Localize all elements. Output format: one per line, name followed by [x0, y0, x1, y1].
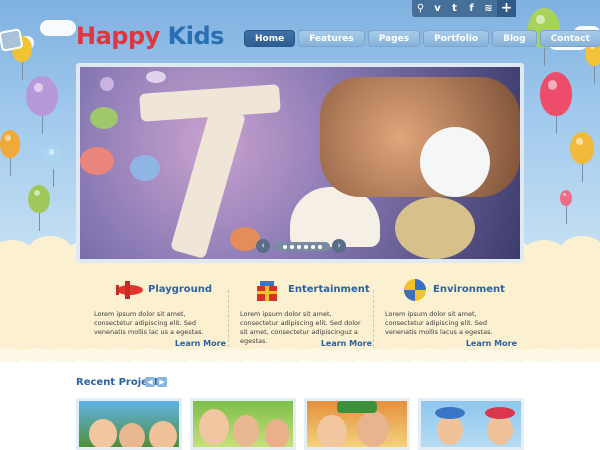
slider-next-button[interactable]: ›: [332, 239, 346, 253]
balloon: [26, 76, 58, 134]
feature-title: Playground: [148, 284, 213, 295]
feature-playground: Playground Lorem ipsum dolor sit amet, c…: [76, 268, 226, 358]
airplane-icon: [116, 281, 143, 299]
feature-title: Environment: [433, 284, 505, 295]
hero-slider[interactable]: ‹ ›: [76, 63, 524, 263]
nav-pages[interactable]: Pages: [367, 30, 421, 47]
logo-word-happy: Happy: [76, 22, 160, 50]
social-bar: ⚲ v t f ≋ +: [412, 0, 516, 17]
project-thumbnail[interactable]: [76, 398, 182, 450]
beach-ball-icon: [404, 279, 426, 301]
balloon: [0, 130, 20, 176]
balloon: [44, 145, 62, 187]
recent-next-button[interactable]: ▶: [157, 377, 167, 387]
feature-title: Entertainment: [288, 284, 370, 295]
nav-portfolio[interactable]: Portfolio: [423, 30, 490, 47]
plus-icon[interactable]: +: [497, 0, 516, 17]
slider-prev-button[interactable]: ‹: [256, 239, 270, 253]
facebook-icon[interactable]: f: [463, 0, 480, 17]
rss-icon[interactable]: ≋: [480, 0, 497, 17]
learn-more-link[interactable]: Learn More: [321, 339, 372, 348]
features-row: Playground Lorem ipsum dolor sit amet, c…: [76, 268, 524, 358]
balloon: [540, 72, 572, 134]
slider-pagination[interactable]: [274, 242, 330, 251]
vimeo-icon[interactable]: v: [429, 0, 446, 17]
recent-projects-nav: ◀ ▶: [145, 377, 167, 387]
gift-box-icon: [257, 281, 277, 301]
logo[interactable]: Happy Kids: [76, 22, 224, 50]
project-thumbnail[interactable]: [304, 398, 410, 450]
feature-text: Lorem ipsum dolor sit amet, consectetur …: [94, 310, 204, 336]
nav-home[interactable]: Home: [244, 30, 296, 47]
balloon: [570, 132, 594, 182]
feature-text: Lorem ipsum dolor sit amet, consectetur …: [385, 310, 493, 336]
main-nav: Home Features Pages Portfolio Blog Conta…: [244, 30, 600, 47]
camera-doodle-icon: [0, 28, 24, 52]
project-thumbnail[interactable]: [190, 398, 296, 450]
slide-image: [80, 67, 520, 259]
cloud: [40, 20, 76, 36]
project-thumbnail[interactable]: [418, 398, 524, 450]
nav-blog[interactable]: Blog: [492, 30, 537, 47]
nav-features[interactable]: Features: [298, 30, 365, 47]
balloon: [28, 185, 50, 231]
logo-word-kids: Kids: [167, 22, 225, 50]
feature-environment: Environment Lorem ipsum dolor sit amet, …: [367, 268, 517, 358]
balloon: [560, 190, 572, 224]
learn-more-link[interactable]: Learn More: [175, 339, 226, 348]
twitter-icon[interactable]: t: [446, 0, 463, 17]
search-icon[interactable]: ⚲: [412, 0, 429, 17]
feature-entertainment: Entertainment Lorem ipsum dolor sit amet…: [222, 268, 372, 358]
recent-prev-button[interactable]: ◀: [145, 377, 155, 387]
learn-more-link[interactable]: Learn More: [466, 339, 517, 348]
nav-contact[interactable]: Contact: [539, 30, 600, 47]
